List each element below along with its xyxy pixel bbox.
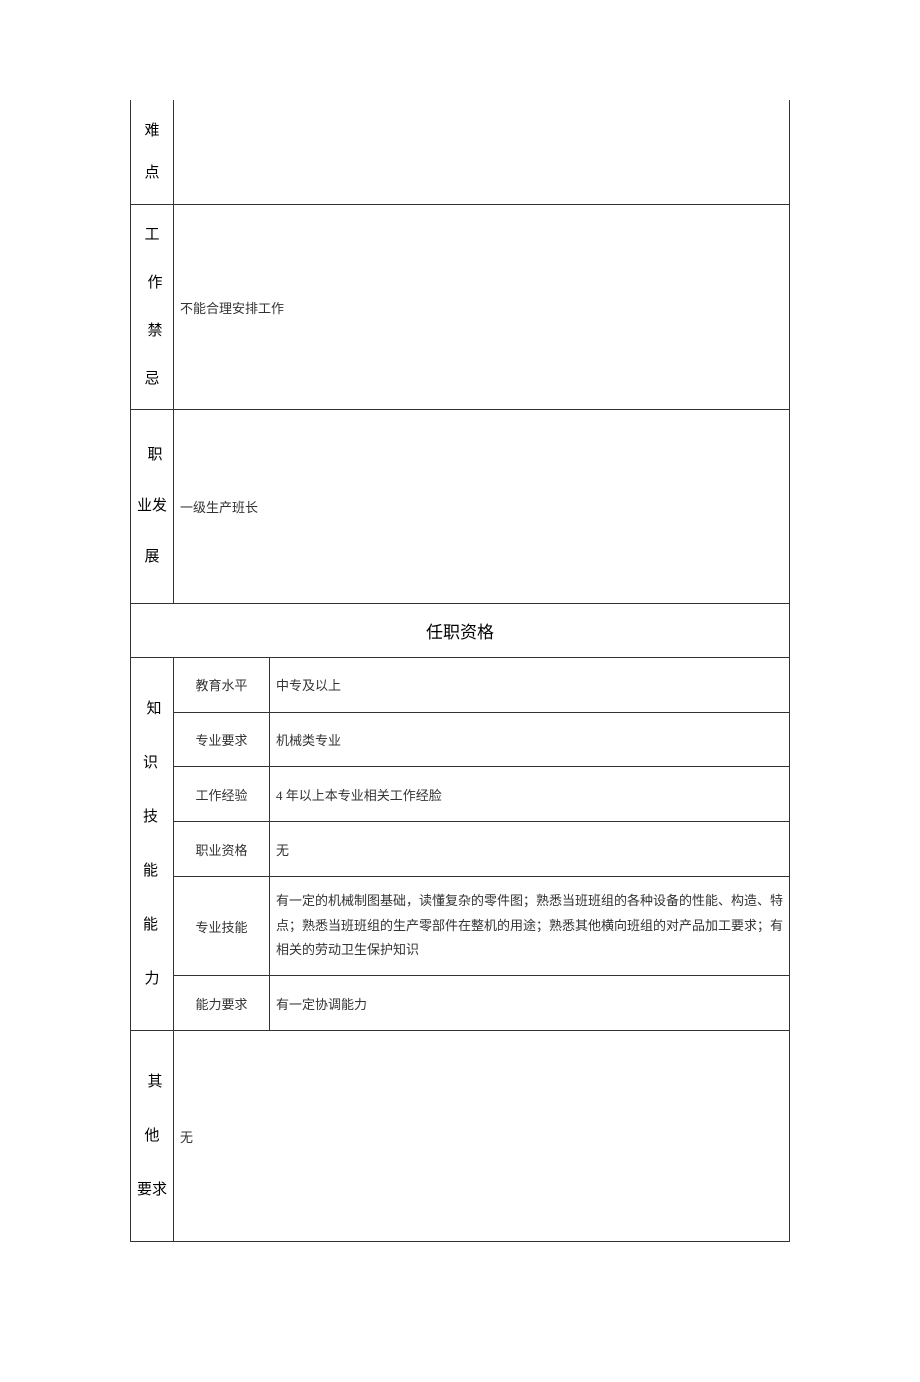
value-major: 机械类专业 [270, 712, 790, 767]
row-taboo: 工 作 禁 忌 不能合理安排工作 [131, 205, 790, 410]
label-ability: 能力要求 [174, 976, 270, 1031]
row-skills: 专业技能 有一定的机械制图基础，读懂复杂的零件图；熟悉当班班组的各种设备的性能、… [131, 876, 790, 975]
row-qualification-header: 任职资格 [131, 604, 790, 658]
label-education: 教育水平 [174, 658, 270, 713]
value-ability: 有一定协调能力 [270, 976, 790, 1031]
value-education: 中专及以上 [270, 658, 790, 713]
label-difficulty: 难 点 [131, 100, 174, 205]
row-certificate: 职业资格 无 [131, 822, 790, 877]
label-knowledge: 知 识 技 能 能 力 [131, 658, 174, 1031]
row-ability: 能力要求 有一定协调能力 [131, 976, 790, 1031]
qualification-header: 任职资格 [131, 604, 790, 658]
row-difficulty: 难 点 [131, 100, 790, 205]
row-major: 专业要求 机械类专业 [131, 712, 790, 767]
value-experience: 4 年以上本专业相关工作经脸 [270, 767, 790, 822]
label-career: 职 业发 展 [131, 410, 174, 604]
value-career: 一级生产班长 [174, 410, 790, 604]
row-career: 职 业发 展 一级生产班长 [131, 410, 790, 604]
row-education: 知 识 技 能 能 力 教育水平 中专及以上 [131, 658, 790, 713]
label-skills: 专业技能 [174, 876, 270, 975]
value-certificate: 无 [270, 822, 790, 877]
value-skills: 有一定的机械制图基础，读懂复杂的零件图；熟悉当班班组的各种设备的性能、构造、特点… [270, 876, 790, 975]
value-taboo: 不能合理安排工作 [174, 205, 790, 410]
label-experience: 工作经验 [174, 767, 270, 822]
value-difficulty [174, 100, 790, 205]
value-other: 无 [174, 1031, 790, 1242]
row-experience: 工作经验 4 年以上本专业相关工作经脸 [131, 767, 790, 822]
label-major: 专业要求 [174, 712, 270, 767]
job-spec-table: 难 点 工 作 禁 忌 不能合理安排工作 职 业发 展 一级生产班长 任职资格 … [130, 100, 790, 1242]
label-certificate: 职业资格 [174, 822, 270, 877]
row-other: 其 他 要求 无 [131, 1031, 790, 1242]
label-taboo: 工 作 禁 忌 [131, 205, 174, 410]
label-other: 其 他 要求 [131, 1031, 174, 1242]
